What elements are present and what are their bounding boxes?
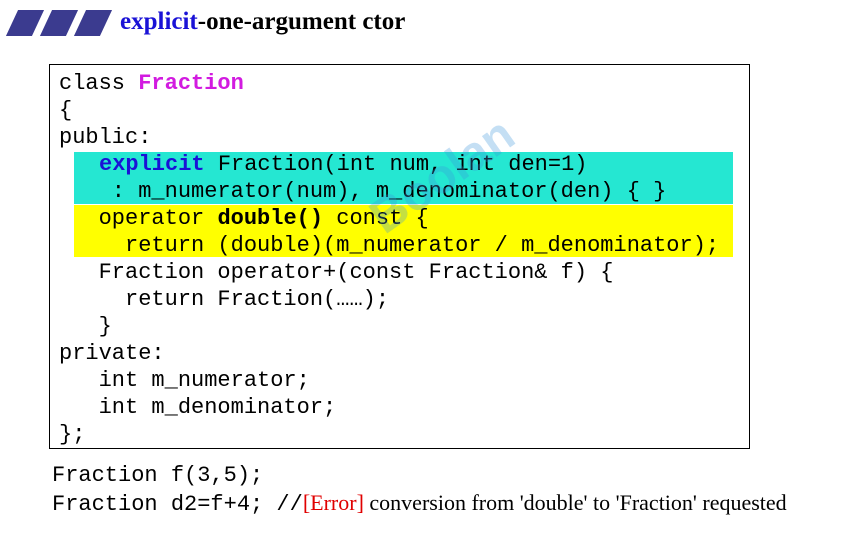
usage-line-2: Fraction d2=f+4; //[Error] conversion fr… (52, 490, 787, 517)
code-line-open-brace: { (59, 98, 73, 123)
code-line-ctor: explicit Fraction(int num, int den=1) (99, 152, 588, 177)
code-line-init-list: : m_numerator(num), m_denominator(den) {… (59, 179, 667, 204)
error-message: conversion from 'double' to 'Fraction' r… (363, 490, 787, 515)
title-keyword: explicit (120, 8, 198, 35)
error-label: [Error] (302, 490, 364, 515)
usage-line-1: Fraction f(3,5); (52, 463, 264, 488)
double-operator-name: double() (217, 206, 324, 231)
code-line-private: private: (59, 341, 165, 366)
code-line-return-fraction: return Fraction(……); (59, 287, 390, 312)
code-line-public: public: (59, 125, 152, 150)
code-line-return-double: return (double)(m_numerator / m_denomina… (59, 233, 720, 258)
class-name: Fraction (138, 71, 244, 96)
code-line-close-method: } (59, 314, 112, 339)
code-line-denominator: int m_denominator; (59, 395, 337, 420)
slide-title: explicit-one-argument ctor (120, 8, 405, 36)
code-line-class: class Fraction (59, 71, 244, 96)
code-line-numerator: int m_numerator; (59, 368, 310, 393)
title-rest: -one-argument ctor (197, 8, 406, 35)
code-line-operator-plus: Fraction operator+(const Fraction& f) { (59, 260, 614, 285)
explicit-keyword: explicit (99, 152, 205, 177)
code-line-operator-double: operator double() const { (59, 206, 429, 231)
code-line-close-class: }; (59, 422, 86, 447)
